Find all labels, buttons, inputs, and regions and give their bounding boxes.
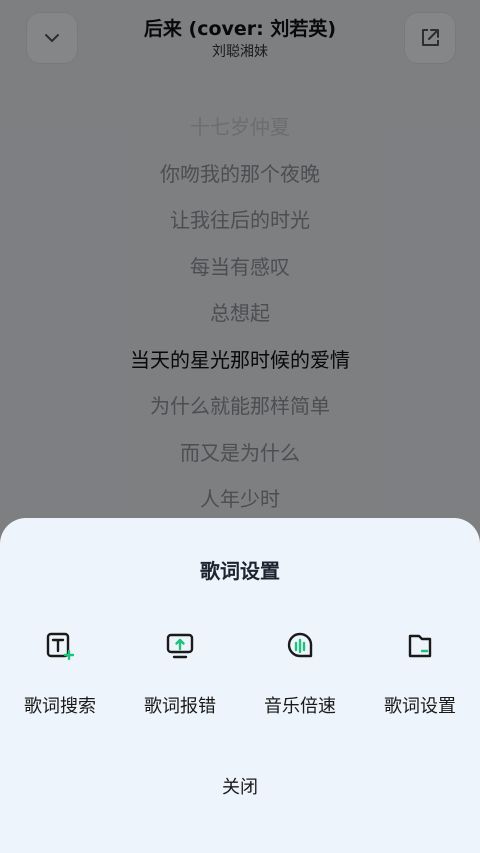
close-button[interactable]: 关闭 xyxy=(190,771,290,805)
option-label: 音乐倍速 xyxy=(264,696,336,717)
playback-speed-icon xyxy=(287,632,313,658)
lyrics-report-icon xyxy=(166,633,194,659)
lyrics-settings-icon xyxy=(408,634,432,658)
lyrics-settings-button[interactable]: 歌词设置 xyxy=(360,630,480,730)
lyrics-search-button[interactable]: 歌词搜索 xyxy=(0,630,120,730)
lyrics-report-button[interactable]: 歌词报错 xyxy=(120,630,240,730)
sheet-title: 歌词设置 xyxy=(200,559,280,583)
lyrics-search-icon xyxy=(46,632,75,661)
playback-speed-button[interactable]: 音乐倍速 xyxy=(240,630,360,730)
option-label: 歌词报错 xyxy=(144,696,216,717)
lyrics-settings-sheet: 歌词设置 歌词搜索 歌词报错 音乐倍速 歌词设置 关闭 xyxy=(0,518,480,853)
option-label: 歌词搜索 xyxy=(24,696,96,717)
option-label: 歌词设置 xyxy=(384,696,456,717)
